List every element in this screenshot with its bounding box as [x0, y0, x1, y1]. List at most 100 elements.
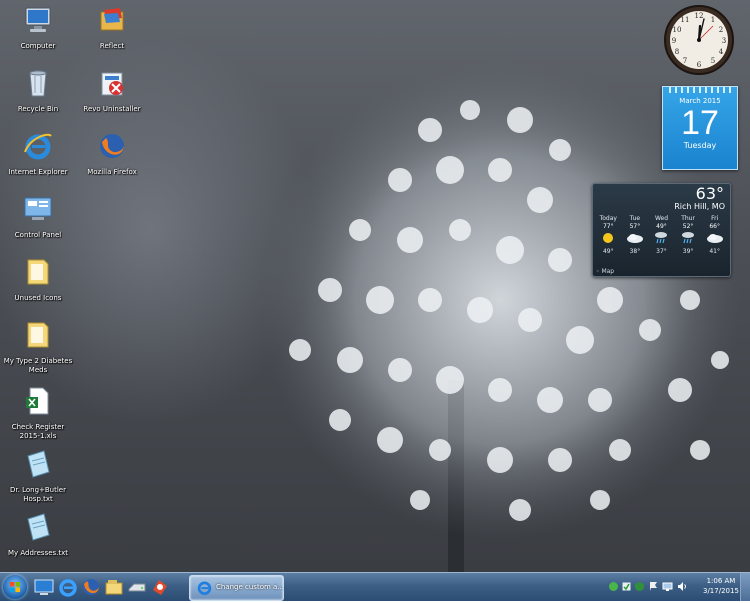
firefox-icon [100, 134, 124, 158]
rain-icon [655, 232, 668, 244]
forecast-low: 49° [602, 248, 614, 255]
svg-text:1: 1 [711, 16, 715, 24]
icon-label: My Type 2 Diabetes Meds [3, 357, 73, 374]
weather-gadget[interactable]: 63° Rich Hill, MO Today 77° 49° Tue 57° … [592, 183, 731, 277]
tray-network-icon[interactable] [662, 581, 673, 592]
desktop-icon-computer[interactable]: Computer [3, 4, 73, 51]
forecast-high: 57° [629, 223, 641, 230]
forecast-low: 41° [709, 248, 720, 255]
taskbar-window-title: Change custom a... [216, 583, 284, 591]
calendar-binding [669, 87, 731, 93]
weather-map-link[interactable]: ◦ Map [596, 268, 614, 275]
svg-text:7: 7 [683, 57, 687, 65]
forecast-high: 77° [602, 223, 614, 230]
tray-app-icon[interactable] [608, 581, 619, 592]
icon-label: Control Panel [14, 231, 62, 239]
taskbar: Change custom a... 1:06 AM 3/17/2015 [0, 572, 750, 601]
forecast-day-name: Wed [654, 215, 669, 222]
cloudy-icon [626, 234, 643, 243]
forecast-day: Fri 66° 41° [701, 215, 728, 255]
forecast-day: Today 77° 49° [595, 215, 622, 255]
icon-label: Unused Icons [14, 294, 62, 302]
taskbar-window-button[interactable]: Change custom a... [189, 575, 284, 601]
excel-file-icon [26, 387, 49, 415]
tray-clock[interactable]: 1:06 AM 3/17/2015 [703, 576, 739, 596]
forecast-high: 49° [656, 223, 667, 230]
icon-label: Dr. Long+Butler Hosp.txt [10, 486, 66, 503]
clock-gadget[interactable]: 12 12 3 45 6 78 9 10 11 [663, 4, 735, 76]
show-desktop-button[interactable] [740, 573, 750, 601]
svg-text:2: 2 [719, 26, 723, 34]
icon-label: Check Register 2015-1.xls [11, 423, 65, 440]
start-button[interactable] [3, 575, 27, 599]
svg-text:6: 6 [697, 61, 702, 69]
desktop-icon-unused-icons[interactable]: Unused Icons [3, 256, 73, 303]
tray-time: 1:06 AM [706, 577, 736, 585]
computer-icon [25, 7, 51, 32]
internet-explorer-icon[interactable] [57, 576, 79, 598]
windows-explorer-icon[interactable] [103, 576, 125, 598]
reflect-icon [100, 8, 124, 31]
desktop-icon-recycle-bin[interactable]: Recycle Bin [3, 67, 73, 114]
notepad-file-icon [27, 450, 50, 478]
forecast-high: 66° [709, 223, 720, 230]
desktop-icon-diabetes-meds[interactable]: My Type 2 Diabetes Meds [3, 319, 73, 375]
tray-security-icon[interactable] [621, 581, 632, 592]
windows-logo-icon [10, 582, 20, 592]
desktop-icon-revo-uninstaller[interactable]: Revo Uninstaller [77, 67, 147, 114]
weather-forecast: Today 77° 49° Tue 57° 38° Wed 49° 37° Th… [595, 215, 728, 255]
internet-explorer-icon [24, 133, 52, 160]
svg-text:3: 3 [722, 37, 726, 45]
weather-location: Rich Hill, MO [674, 202, 725, 211]
desktop-icon-control-panel[interactable]: Control Panel [3, 193, 73, 240]
svg-text:10: 10 [673, 26, 682, 34]
tray-action-center-icon[interactable] [648, 581, 659, 592]
calendar-day: 17 [681, 104, 719, 142]
desktop-icon-reflect[interactable]: Reflect [77, 4, 147, 51]
icon-label: Mozilla Firefox [87, 168, 137, 176]
icon-label: Computer [20, 42, 56, 50]
notepad-file-icon [27, 513, 50, 541]
icon-label: Reflect [99, 42, 125, 50]
desktop-icon-firefox[interactable]: Mozilla Firefox [77, 130, 147, 177]
desktop-icon-dr-long-butler[interactable]: Dr. Long+Butler Hosp.txt [3, 448, 73, 504]
forecast-day-name: Tue [629, 215, 641, 222]
tray-volume-icon[interactable] [677, 581, 688, 592]
revo-uninstaller-icon [101, 72, 123, 96]
forecast-low: 37° [656, 248, 667, 255]
calendar-gadget[interactable]: March 2015 17 Tuesday [662, 86, 738, 170]
icon-label: My Addresses.txt [7, 549, 69, 557]
forecast-day: Wed 49° 37° [648, 215, 675, 255]
desktop-icon-internet-explorer[interactable]: Internet Explorer [3, 130, 73, 177]
svg-text:12: 12 [695, 12, 704, 20]
forecast-day: Thur 52° 39° [675, 215, 702, 255]
tray-shield-icon[interactable] [634, 581, 645, 592]
control-panel-icon [24, 197, 52, 220]
forecast-day-name: Fri [711, 215, 719, 222]
icon-label: Recycle Bin [17, 105, 59, 113]
icon-label: Revo Uninstaller [83, 105, 141, 113]
map-label: Map [601, 268, 615, 275]
firefox-icon[interactable] [80, 576, 102, 598]
sunny-icon [603, 233, 614, 243]
svg-text:8: 8 [675, 48, 679, 56]
desktop-icon-check-register[interactable]: Check Register 2015-1.xls [3, 385, 73, 441]
forecast-day: Tue 57° 38° [622, 215, 649, 255]
svg-text:4: 4 [719, 48, 724, 56]
folder-icon [27, 259, 49, 285]
forecast-day-name: Today [599, 215, 617, 222]
desktop-icon-my-addresses[interactable]: My Addresses.txt [3, 511, 73, 558]
cloudy-icon [706, 234, 723, 243]
revo-icon[interactable] [149, 576, 171, 598]
svg-text:5: 5 [711, 57, 715, 65]
rain-icon [682, 232, 695, 244]
icon-label: Internet Explorer [8, 168, 68, 176]
folder-icon [27, 322, 49, 348]
weather-current-temp: 63° [695, 184, 724, 203]
forecast-low: 39° [682, 248, 694, 255]
svg-text:9: 9 [672, 37, 676, 45]
svg-text:11: 11 [681, 16, 690, 24]
desktop-icon[interactable] [33, 576, 55, 598]
forecast-day-name: Thur [681, 215, 695, 222]
drive-icon[interactable] [126, 576, 148, 598]
